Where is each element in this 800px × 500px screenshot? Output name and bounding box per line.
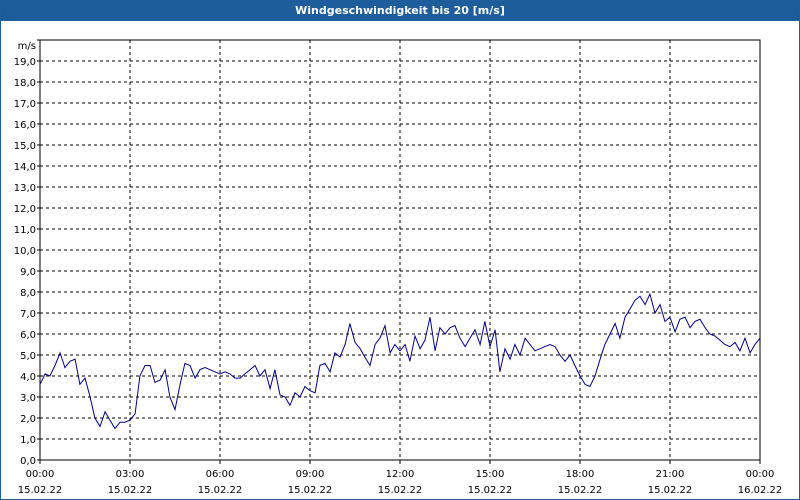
grid-lines bbox=[40, 40, 760, 460]
y-tick-label: 8,0 bbox=[20, 288, 36, 299]
y-tick-label: 2,0 bbox=[20, 414, 36, 425]
y-tick-label: 1,0 bbox=[20, 435, 36, 446]
wind-speed-chart: m/s 0,0 1,0 2,0 3,0 4,0 5,0 6,0 7,0 8,0 9,0 10,0 11… bbox=[14, 39, 783, 496]
y-tick-label: 13,0 bbox=[14, 183, 36, 194]
y-axis-unit: m/s bbox=[18, 41, 36, 52]
x-tick-time: 09:00 bbox=[296, 469, 325, 480]
x-tick-time: 06:00 bbox=[206, 469, 235, 480]
x-tick-time: 00:00 bbox=[26, 469, 55, 480]
y-tick-label: 18,0 bbox=[14, 78, 36, 89]
y-tick-label: 9,0 bbox=[20, 267, 36, 278]
x-tick-date: 15.02.22 bbox=[648, 485, 693, 496]
x-tick-time: 21:00 bbox=[656, 469, 685, 480]
x-tick-time: 00:00 bbox=[746, 469, 775, 480]
x-tick-date: 16.02.22 bbox=[738, 485, 783, 496]
x-axis: 00:00 15.02.22 03:00 15.02.22 06:00 15.02.22 0… bbox=[18, 460, 783, 496]
x-tick-date: 15.02.22 bbox=[468, 485, 513, 496]
y-tick-label: 6,0 bbox=[20, 330, 36, 341]
y-tick-label: 17,0 bbox=[14, 99, 36, 110]
x-tick-date: 15.02.22 bbox=[108, 485, 153, 496]
y-axis: m/s 0,0 1,0 2,0 3,0 4,0 5,0 6,0 7,0 8,0 9,0 10,0 11… bbox=[14, 39, 40, 467]
y-tick-label: 19,0 bbox=[14, 57, 36, 68]
y-tick-label: 12,0 bbox=[14, 204, 36, 215]
x-tick-time: 03:00 bbox=[116, 469, 145, 480]
x-tick-date: 15.02.22 bbox=[18, 485, 63, 496]
y-tick-label: 10,0 bbox=[14, 246, 36, 257]
y-tick-label: 11,0 bbox=[14, 225, 36, 236]
x-tick-date: 15.02.22 bbox=[378, 485, 423, 496]
y-tick-label: 16,0 bbox=[14, 120, 36, 131]
x-tick-time: 18:00 bbox=[566, 469, 595, 480]
x-tick-date: 15.02.22 bbox=[288, 485, 333, 496]
y-tick-label: 7,0 bbox=[20, 309, 36, 320]
x-tick-time: 15:00 bbox=[476, 469, 505, 480]
y-tick-label: 5,0 bbox=[20, 351, 36, 362]
y-tick-label: 15,0 bbox=[14, 141, 36, 152]
y-tick-label: 14,0 bbox=[14, 162, 36, 173]
x-tick-date: 15.02.22 bbox=[558, 485, 603, 496]
y-tick-label: 0,0 bbox=[20, 456, 36, 467]
x-tick-time: 12:00 bbox=[386, 469, 415, 480]
y-tick-label: 3,0 bbox=[20, 393, 36, 404]
x-tick-date: 15.02.22 bbox=[198, 485, 243, 496]
y-tick-label: 4,0 bbox=[20, 372, 36, 383]
